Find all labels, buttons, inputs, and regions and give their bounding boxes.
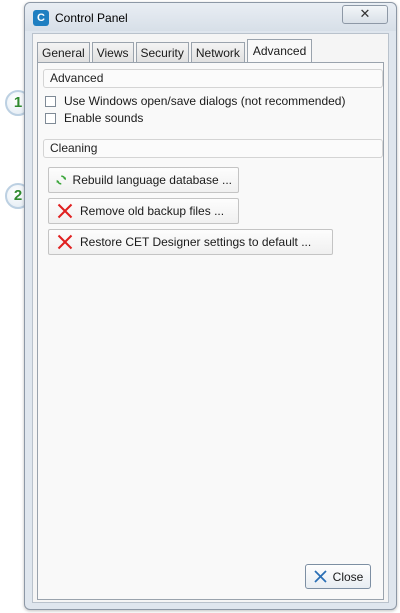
remove-old-backup-files-button[interactable]: Remove old backup files ... [48,198,239,224]
remove-old-backup-files-label: Remove old backup files ... [80,204,225,218]
close-button-label: Close [332,569,364,584]
app-logo-icon: C [33,10,49,26]
window-title: Control Panel [55,11,128,25]
title-bar: C Control Panel ✕ [25,3,396,31]
close-x-icon [314,570,327,583]
rebuild-language-database-button[interactable]: Rebuild language database ... [48,167,239,193]
enable-sounds-label: Enable sounds [64,111,144,125]
window-client-area: General Views Security Network Advanced … [32,33,389,603]
tab-strip: General Views Security Network Advanced [37,38,314,63]
red-x-icon [57,234,73,250]
cleaning-section-header: Cleaning [43,139,383,158]
close-button[interactable]: Close [305,564,371,589]
advanced-tab-panel: Advanced Use Windows open/save dialogs (… [37,62,384,600]
red-x-icon [57,203,73,219]
refresh-icon [56,175,66,185]
tab-advanced[interactable]: Advanced [246,39,313,63]
tab-security[interactable]: Security [135,42,189,62]
advanced-section-header: Advanced [43,69,383,88]
restore-cet-designer-settings-button[interactable]: Restore CET Designer settings to default… [48,229,333,255]
window-close-button[interactable]: ✕ [342,5,388,24]
tab-general[interactable]: General [37,42,90,62]
tab-views[interactable]: Views [91,42,134,62]
tab-network[interactable]: Network [190,42,245,62]
windows-dialogs-label: Use Windows open/save dialogs (not recom… [64,94,346,108]
windows-dialogs-checkbox[interactable] [45,95,56,107]
rebuild-language-database-label: Rebuild language database ... [72,173,232,187]
control-panel-window: C Control Panel ✕ General Views Security… [24,2,397,610]
enable-sounds-checkbox[interactable] [45,112,56,124]
enable-sounds-option[interactable]: Enable sounds [45,110,143,126]
windows-dialogs-option[interactable]: Use Windows open/save dialogs (not recom… [45,93,345,109]
restore-cet-designer-settings-label: Restore CET Designer settings to default… [80,235,312,249]
